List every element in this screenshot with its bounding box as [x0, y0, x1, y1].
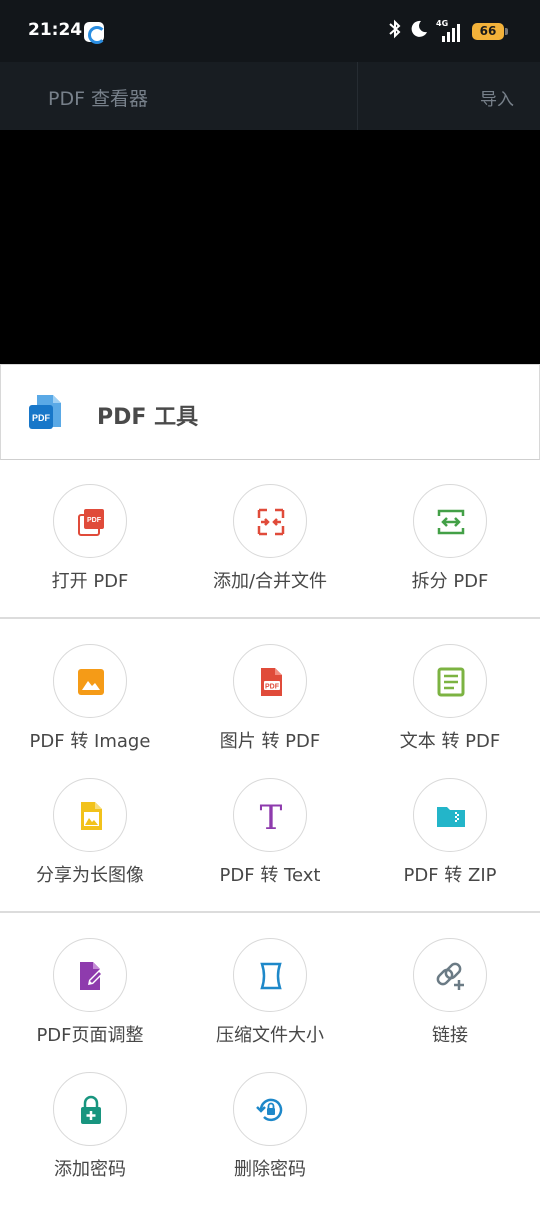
merge-icon: [257, 508, 285, 536]
pdf-to-zip-button[interactable]: PDF 转 ZIP: [360, 778, 540, 910]
status-icons: 4G 66: [388, 19, 508, 44]
tool-circle: [233, 938, 307, 1012]
bluetooth-icon: [388, 19, 402, 44]
pdf-to-text-button[interactable]: T PDF 转 Text: [180, 778, 360, 910]
tool-label: 链接: [432, 1025, 468, 1046]
lock-reset-icon: [256, 1098, 283, 1122]
compress-button[interactable]: 压缩文件大小: [180, 938, 360, 1070]
add-link-icon: [436, 962, 464, 990]
pdf-document-icon: PDF: [29, 395, 61, 429]
tool-label: PDF 转 Image: [29, 731, 151, 752]
pdf-file-icon: PDF: [261, 668, 282, 696]
svg-text:T: T: [260, 800, 283, 832]
split-icon: [437, 509, 465, 535]
tool-circle: [233, 1072, 307, 1146]
svg-text:PDF: PDF: [265, 684, 280, 691]
app-bar-divider: [357, 62, 358, 130]
pdf-tools-sheet: PDF PDF 工具 PDF 打开 PDF 添加/合并文件 拆分 PDF PDF…: [0, 364, 540, 1207]
battery-icon: 66: [472, 22, 508, 40]
edit-file-icon: [80, 962, 104, 990]
app-notification-icon: [84, 22, 106, 44]
page-adjust-button[interactable]: PDF页面调整: [0, 938, 180, 1070]
tool-circle: PDF: [233, 644, 307, 718]
tool-circle: [233, 484, 307, 558]
tool-label: PDF 转 ZIP: [403, 865, 497, 886]
link-button[interactable]: 链接: [360, 938, 540, 1070]
tool-circle: [413, 644, 487, 718]
split-pdf-button[interactable]: 拆分 PDF: [360, 484, 540, 616]
section-divider: [0, 911, 540, 913]
text-doc-icon: [437, 667, 465, 697]
tool-label: 添加/合并文件: [212, 571, 328, 592]
import-button[interactable]: 导入: [480, 85, 514, 110]
remove-password-button[interactable]: 删除密码: [180, 1072, 360, 1204]
pdf-to-image-button[interactable]: PDF 转 Image: [0, 644, 180, 776]
tool-circle: [413, 938, 487, 1012]
tool-circle: [413, 778, 487, 852]
share-long-image-button[interactable]: 分享为长图像: [0, 778, 180, 910]
tool-label: 分享为长图像: [36, 865, 144, 886]
lock-add-icon: [81, 1095, 101, 1124]
tool-row: PDF页面调整 压缩文件大小 链接: [0, 938, 540, 1070]
tool-label: 图片 转 PDF: [219, 731, 321, 752]
tool-circle: T: [233, 778, 307, 852]
app-bar: PDF 查看器 导入: [0, 62, 540, 130]
open-pdf-icon: PDF: [78, 509, 104, 536]
zip-folder-icon: [437, 807, 465, 827]
merge-files-button[interactable]: 添加/合并文件: [180, 484, 360, 616]
sheet-header: PDF PDF 工具: [0, 364, 540, 460]
tool-circle: [53, 778, 127, 852]
image-to-pdf-button[interactable]: PDF 图片 转 PDF: [180, 644, 360, 776]
svg-text:PDF: PDF: [87, 517, 102, 524]
signal-icon: 4G: [436, 19, 464, 42]
image-file-icon: [81, 802, 102, 830]
tool-row: PDF 打开 PDF 添加/合并文件 拆分 PDF: [0, 484, 540, 616]
pdf-viewer-area: [0, 130, 540, 364]
tool-row: PDF 转 Image PDF 图片 转 PDF 文本 转 PDF: [0, 644, 540, 776]
open-pdf-button[interactable]: PDF 打开 PDF: [0, 484, 180, 616]
tool-label: 文本 转 PDF: [399, 731, 501, 752]
text-to-pdf-button[interactable]: 文本 转 PDF: [360, 644, 540, 776]
tool-label: PDF 转 Text: [219, 865, 321, 886]
tool-circle: PDF: [53, 484, 127, 558]
tool-circle: [413, 484, 487, 558]
status-bar: 21:24 4G 66: [0, 0, 540, 62]
tool-circle: [53, 938, 127, 1012]
status-time: 21:24: [28, 20, 83, 40]
tool-circle: [53, 1072, 127, 1146]
tool-circle: [53, 644, 127, 718]
compress-icon: [260, 962, 282, 990]
sheet-title: PDF 工具: [97, 405, 199, 430]
tool-label: 压缩文件大小: [216, 1025, 324, 1046]
image-icon: [78, 669, 104, 695]
tool-label: 删除密码: [234, 1159, 306, 1180]
add-password-button[interactable]: 添加密码: [0, 1072, 180, 1204]
tool-label: 拆分 PDF: [411, 571, 489, 592]
tool-row: 添加密码 删除密码: [0, 1072, 540, 1204]
tool-label: 打开 PDF: [51, 571, 129, 592]
svg-text:PDF: PDF: [32, 413, 51, 423]
text-t-icon: T: [260, 800, 283, 832]
tool-label: 添加密码: [54, 1159, 126, 1180]
section-divider: [0, 617, 540, 619]
moon-icon: [410, 20, 428, 42]
app-title: PDF 查看器: [48, 88, 149, 110]
tool-label: PDF页面调整: [36, 1025, 144, 1046]
tool-row: 分享为长图像 T PDF 转 Text PDF 转 ZIP: [0, 778, 540, 910]
